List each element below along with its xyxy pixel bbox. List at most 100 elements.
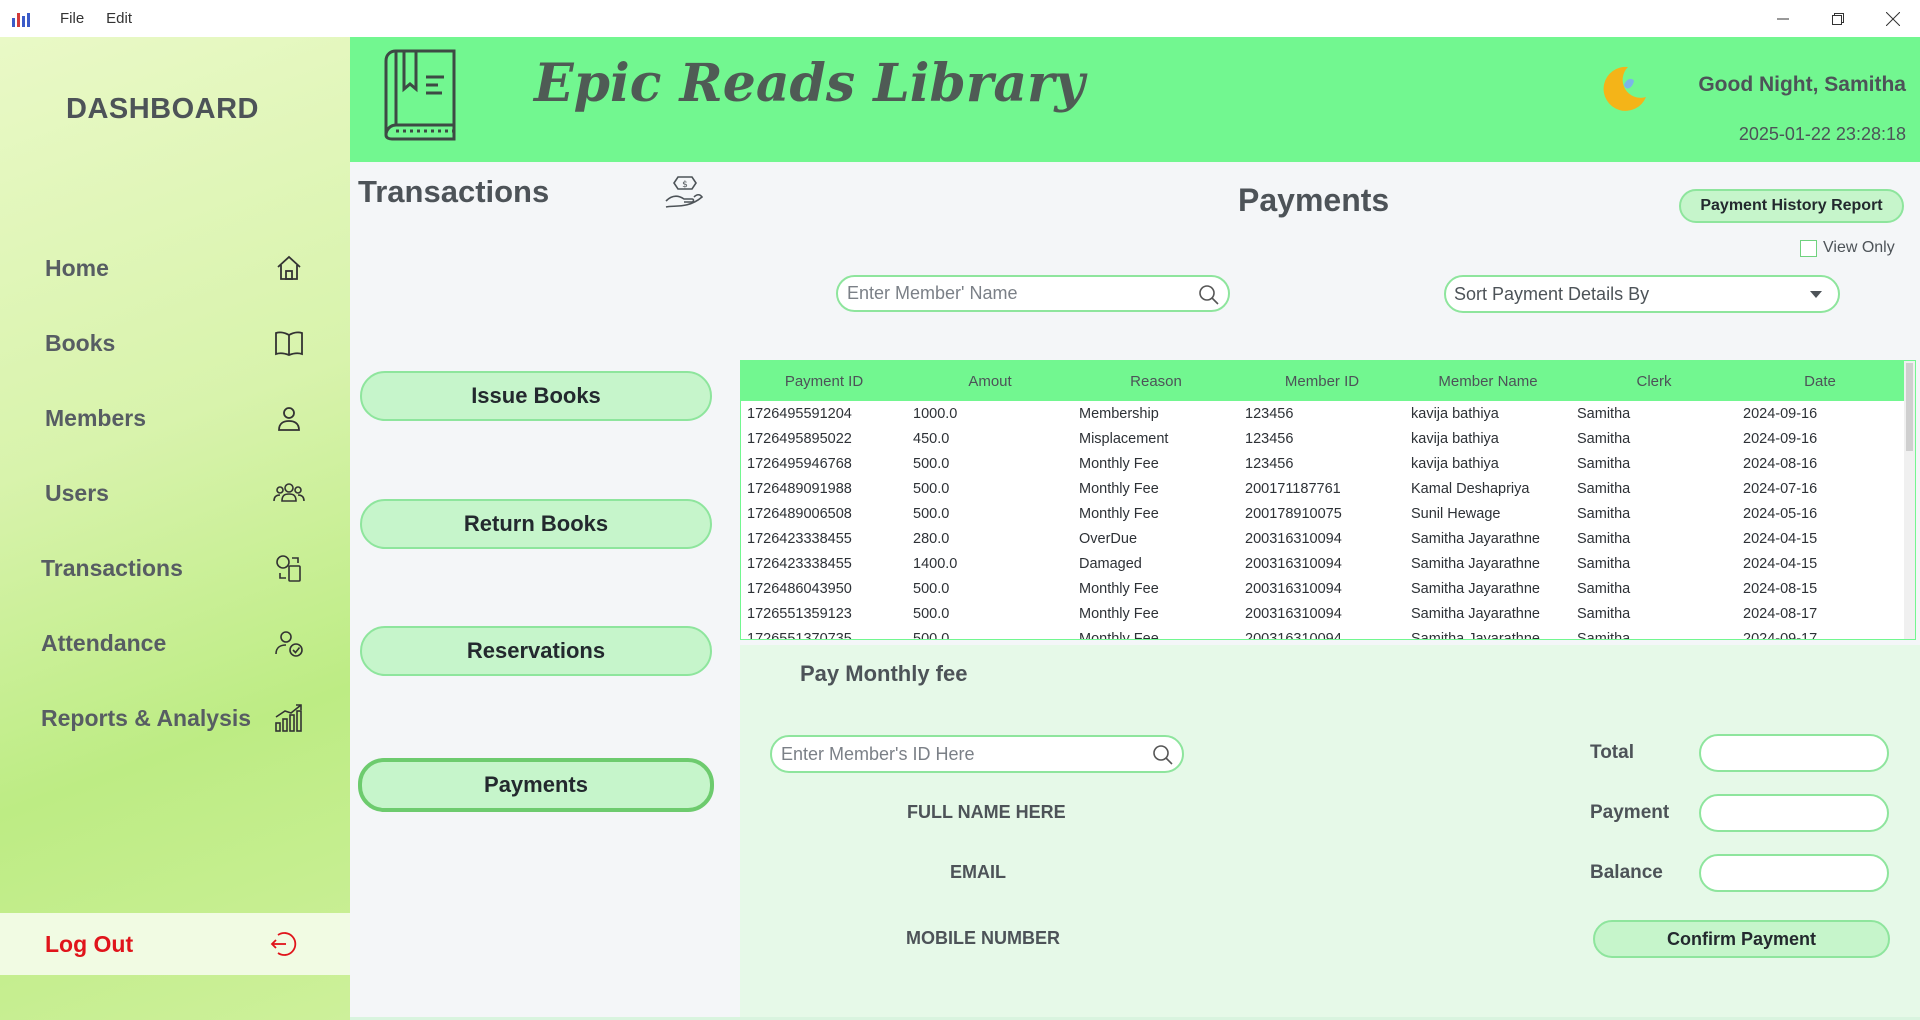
confirm-payment-button[interactable]: Confirm Payment — [1593, 920, 1890, 958]
table-row[interactable]: 1726551370735 500.0 Monthly Fee 20031631009… — [741, 626, 1915, 640]
total-label: Total — [1590, 742, 1634, 763]
view-only-checkbox[interactable]: View Only — [1800, 239, 1895, 257]
column-header[interactable]: Member Name — [1405, 373, 1571, 390]
dashboard-title: DASHBOARD — [66, 93, 259, 125]
payments-table: Payment ID Amout Reason Member ID Member… — [740, 360, 1916, 640]
sidebar-item-label: Attendance — [41, 629, 167, 656]
sidebar: DASHBOARD Home Books Members Users Trans… — [0, 37, 350, 1020]
column-header[interactable]: Date — [1737, 373, 1903, 390]
table-row[interactable]: 1726423338455 280.0 OverDue 200316310094 Sam… — [741, 526, 1915, 551]
menu-file[interactable]: File — [60, 10, 84, 27]
table-cell: Samitha Jayarathne — [1411, 630, 1540, 640]
search-icon[interactable] — [1198, 284, 1220, 311]
checkbox-box[interactable] — [1800, 239, 1817, 257]
sidebar-item-users[interactable]: Users — [45, 473, 305, 513]
column-header[interactable]: Payment ID — [741, 373, 907, 390]
restore-button[interactable] — [1810, 0, 1865, 37]
column-header[interactable]: Member ID — [1239, 373, 1405, 390]
issue-books-button[interactable]: Issue Books — [360, 371, 712, 421]
users-icon — [273, 477, 305, 509]
table-cell: Samitha — [1577, 580, 1631, 597]
book-icon — [273, 327, 305, 359]
column-header[interactable]: Reason — [1073, 373, 1239, 390]
table-cell: 2024-08-15 — [1743, 580, 1818, 597]
table-cell: 500.0 — [913, 605, 950, 622]
library-brand-title: Epic Reads Library — [534, 53, 1085, 114]
sidebar-item-label: Books — [45, 329, 116, 356]
transactions-icon — [273, 552, 305, 584]
total-field[interactable] — [1699, 734, 1889, 772]
table-cell: Samitha — [1577, 405, 1631, 422]
window-titlebar: File Edit — [0, 0, 1920, 37]
table-cell: kavija bathiya — [1411, 405, 1499, 422]
table-row[interactable]: 1726495895022 450.0 Misplacement 123456 kavi… — [741, 426, 1915, 451]
sidebar-item-home[interactable]: Home — [45, 248, 305, 288]
table-cell: Monthly Fee — [1079, 505, 1159, 522]
table-row[interactable]: 1726495946768 500.0 Monthly Fee 123456 kavij… — [741, 451, 1915, 476]
table-cell: Samitha Jayarathne — [1411, 530, 1540, 547]
table-cell: 500.0 — [913, 580, 950, 597]
reservations-button[interactable]: Reservations — [360, 626, 712, 676]
table-cell: Samitha Jayarathne — [1411, 580, 1540, 597]
table-cell: 2024-07-16 — [1743, 480, 1818, 497]
member-name-search-input[interactable]: Enter Member' Name — [836, 275, 1230, 312]
table-cell: 200316310094 — [1245, 530, 1342, 547]
payments-button[interactable]: Payments — [358, 758, 714, 812]
search-placeholder: Enter Member' Name — [847, 283, 1018, 303]
member-mobile: MOBILE NUMBER — [906, 928, 1060, 948]
table-row[interactable]: 1726486043950 500.0 Monthly Fee 20031631009… — [741, 576, 1915, 601]
logout-icon — [268, 929, 298, 964]
sort-payment-dropdown[interactable]: Sort Payment Details By — [1444, 275, 1840, 313]
view-only-label: View Only — [1823, 239, 1895, 256]
scrollbar-thumb[interactable] — [1906, 363, 1913, 451]
payment-field[interactable] — [1699, 794, 1889, 832]
svg-text:$: $ — [682, 180, 688, 190]
payment-history-report-button[interactable]: Payment History Report — [1679, 189, 1904, 223]
minimize-button[interactable] — [1755, 0, 1810, 37]
table-row[interactable]: 1726551359123 500.0 Monthly Fee 20031631009… — [741, 601, 1915, 626]
table-cell: 500.0 — [913, 455, 950, 472]
member-email: EMAIL — [950, 862, 1006, 882]
table-cell: Samitha Jayarathne — [1411, 555, 1540, 572]
table-cell: 2024-04-15 — [1743, 530, 1818, 547]
table-cell: Sunil Hewage — [1411, 505, 1501, 522]
logout-button[interactable]: Log Out — [0, 913, 350, 975]
sidebar-item-members[interactable]: Members — [45, 398, 305, 438]
table-cell: 1400.0 — [913, 555, 958, 572]
table-row[interactable]: 1726495591204 1000.0 Membership 123456 kavij… — [741, 401, 1915, 426]
datetime-text: 2025-01-22 23:28:18 — [1738, 124, 1906, 144]
member-id-search-input[interactable]: Enter Member's ID Here — [770, 735, 1184, 773]
table-cell: kavija bathiya — [1411, 455, 1499, 472]
table-cell: 1726495591204 — [747, 405, 852, 422]
sidebar-item-transactions[interactable]: Transactions — [41, 548, 305, 588]
column-header[interactable]: Clerk — [1571, 373, 1737, 390]
logout-label: Log Out — [45, 931, 134, 957]
table-cell: 200316310094 — [1245, 630, 1342, 640]
balance-field[interactable] — [1699, 854, 1889, 892]
table-cell: 280.0 — [913, 530, 950, 547]
table-cell: Monthly Fee — [1079, 630, 1159, 640]
sidebar-item-attendance[interactable]: Attendance — [41, 623, 305, 663]
table-scrollbar[interactable] — [1904, 361, 1915, 639]
search-icon[interactable] — [1152, 744, 1174, 771]
column-header[interactable]: Amout — [907, 373, 1073, 390]
sidebar-item-reports[interactable]: Reports & Analysis — [41, 698, 305, 738]
table-cell: Samitha — [1577, 480, 1631, 497]
table-cell: 2024-04-15 — [1743, 555, 1818, 572]
table-cell: Samitha — [1577, 530, 1631, 547]
table-cell: 1726489006508 — [747, 505, 852, 522]
menu-edit[interactable]: Edit — [106, 10, 132, 27]
table-row[interactable]: 1726489006508 500.0 Monthly Fee 20017891007… — [741, 501, 1915, 526]
table-cell: 123456 — [1245, 455, 1294, 472]
table-cell: 1726423338455 — [747, 555, 852, 572]
pay-monthly-fee-title: Pay Monthly fee — [800, 661, 968, 686]
balance-label: Balance — [1590, 862, 1663, 883]
return-books-button[interactable]: Return Books — [360, 499, 712, 549]
table-cell: kavija bathiya — [1411, 430, 1499, 447]
table-cell: 200316310094 — [1245, 605, 1342, 622]
close-button[interactable] — [1865, 0, 1920, 37]
sidebar-item-books[interactable]: Books — [45, 323, 305, 363]
table-row[interactable]: 1726489091988 500.0 Monthly Fee 20017118776… — [741, 476, 1915, 501]
table-row[interactable]: 1726423338455 1400.0 Damaged 200316310094 Sa… — [741, 551, 1915, 576]
table-cell: 200171187761 — [1245, 480, 1341, 497]
